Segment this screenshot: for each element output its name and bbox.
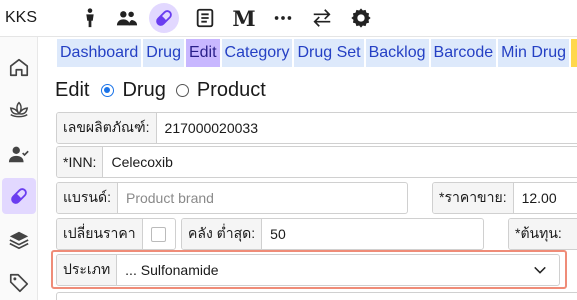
edit-type-selector: Edit Drug Product (55, 78, 276, 102)
tab-category[interactable]: Category (221, 39, 293, 67)
more-icon[interactable] (268, 3, 298, 33)
chevron-down-icon[interactable] (533, 263, 547, 277)
user-check-icon[interactable] (4, 138, 34, 170)
product-code-input[interactable]: 217000020033 (157, 113, 577, 143)
tab-overflow[interactable] (571, 39, 577, 67)
product-code-field[interactable]: เลขผลิตภัณฑ์: 217000020033 (56, 112, 577, 144)
tag-icon[interactable] (4, 267, 34, 299)
cost-field[interactable]: *ต้นทุน: (508, 218, 577, 250)
product-code-label: เลขผลิตภัณฑ์: (57, 113, 157, 143)
layers-icon[interactable] (4, 224, 34, 256)
inn-input[interactable]: Celecoxib (103, 147, 577, 177)
cost-label: *ต้นทุน: (509, 219, 577, 249)
tab-backlog[interactable]: Backlog (365, 39, 429, 67)
drug-radio[interactable] (101, 83, 115, 97)
brand-field[interactable]: แบรนด์: Product brand (56, 182, 408, 214)
tab-drug-set[interactable]: Drug Set (294, 39, 364, 67)
change-price-field[interactable]: เปลี่ยนราคา (56, 218, 176, 250)
price-field[interactable]: *ราคาขาย: 12.00 (432, 182, 577, 214)
brand-label: แบรนด์: (57, 183, 118, 213)
top-toolbar: KKS M (0, 0, 577, 37)
tab-drug[interactable]: Drug (143, 39, 184, 67)
product-radio-label[interactable]: Product (197, 79, 266, 102)
tab-barcode[interactable]: Barcode (430, 39, 497, 67)
tab-min-drug[interactable]: Min Drug (498, 39, 570, 67)
brand-input[interactable]: Product brand (118, 183, 407, 213)
type-select-value[interactable]: ... Sulfonamide (117, 255, 533, 285)
pill-icon[interactable] (2, 178, 36, 214)
stock-min-label: คลัง ต่ำสุด: (182, 219, 263, 249)
sidebar (0, 37, 38, 300)
inn-label: *INN: (57, 147, 104, 177)
drug-radio-label[interactable]: Drug (122, 79, 165, 102)
m-icon[interactable]: M (229, 3, 259, 33)
tab-dashboard[interactable]: Dashboard (57, 39, 142, 67)
next-field-partial (56, 292, 577, 300)
inn-field[interactable]: *INN: Celecoxib (56, 146, 577, 178)
change-price-label: เปลี่ยนราคา (57, 219, 143, 249)
price-label: *ราคาขาย: (433, 183, 514, 213)
person-icon[interactable] (75, 3, 105, 33)
group-icon[interactable] (112, 3, 142, 33)
app-brand: KKS (5, 9, 38, 26)
gear-icon[interactable] (346, 3, 376, 33)
type-select[interactable]: ประเภท ... Sulfonamide (56, 254, 560, 286)
price-input[interactable]: 12.00 (514, 183, 577, 213)
tab-edit[interactable]: Edit (185, 39, 220, 67)
stock-min-field[interactable]: คลัง ต่ำสุด: 50 (181, 218, 484, 250)
pill-icon[interactable] (149, 3, 179, 33)
edit-heading: Edit (55, 78, 90, 101)
stock-min-input[interactable]: 50 (262, 219, 483, 249)
change-price-checkbox-wrap[interactable] (143, 219, 175, 249)
home-icon[interactable] (4, 51, 34, 83)
lotus-icon[interactable] (4, 94, 34, 126)
type-label: ประเภท (57, 255, 118, 285)
swap-icon[interactable] (307, 3, 337, 33)
change-price-checkbox[interactable] (151, 226, 166, 242)
product-radio[interactable] (175, 83, 189, 97)
document-icon[interactable] (190, 3, 220, 33)
nav-tabs: Dashboard Drug Edit Category Drug Set Ba… (57, 39, 577, 67)
